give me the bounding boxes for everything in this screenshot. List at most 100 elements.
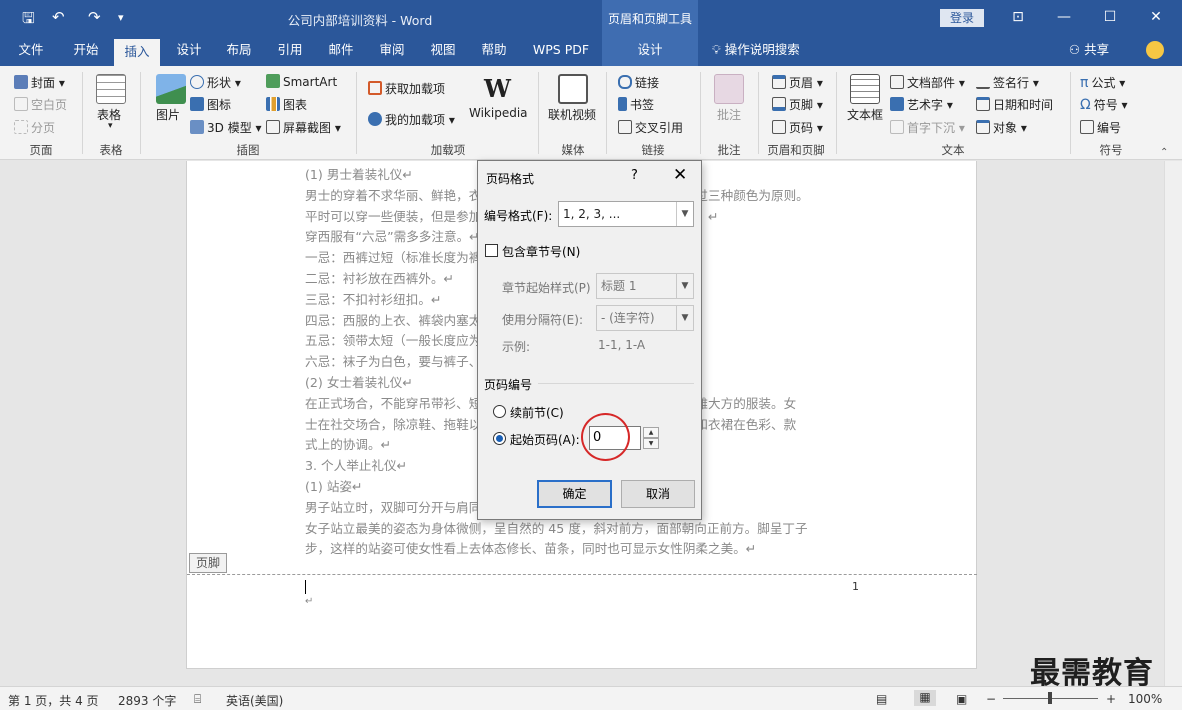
picture-button[interactable]: 图片 — [156, 106, 180, 123]
page-break-button[interactable]: 分页 — [14, 119, 55, 136]
tell-me-search[interactable]: 💡︎ 操作说明搜索 — [712, 36, 822, 66]
language[interactable]: 英语(美国) — [226, 692, 283, 709]
wordart-button[interactable]: 艺术字 ▾ — [890, 96, 953, 113]
header-button[interactable]: 页眉 ▾ — [772, 74, 823, 91]
group-label-links: 链接 — [641, 143, 665, 157]
object-button[interactable]: 对象 ▾ — [976, 119, 1027, 136]
signature-line-button[interactable]: 签名行 ▾ — [976, 74, 1039, 91]
screenshot-button[interactable]: 屏幕截图 ▾ — [266, 119, 341, 136]
online-video-button[interactable]: 联机视频 — [548, 106, 596, 123]
comment-icon — [714, 74, 744, 104]
link-button[interactable]: 链接 — [618, 74, 659, 91]
ribbon-display-icon[interactable]: ⊡ — [1006, 6, 1030, 28]
spin-down-icon[interactable]: ▼ — [643, 438, 659, 449]
chevron-down-icon: ▼ — [676, 274, 693, 298]
close-window-icon[interactable]: ✕ — [1144, 6, 1168, 28]
page-count[interactable]: 第 1 页，共 4 页 — [8, 692, 99, 709]
tab-mailings[interactable]: 邮件 — [318, 36, 364, 66]
web-layout-icon[interactable]: ▣ — [956, 692, 967, 706]
word-count[interactable]: 2893 个字 — [118, 692, 176, 709]
smiley-feedback-icon[interactable] — [1146, 41, 1164, 59]
table-dropdown-icon[interactable]: ▾ — [108, 121, 113, 131]
start-at-radio[interactable] — [493, 432, 506, 445]
bookmark-button[interactable]: 书签 — [618, 96, 654, 113]
zoom-slider-thumb[interactable] — [1048, 692, 1052, 704]
quick-parts-button[interactable]: 文档部件 ▾ — [890, 74, 965, 91]
tab-review[interactable]: 审阅 — [369, 36, 415, 66]
print-layout-icon[interactable]: ▦ — [914, 690, 936, 706]
continue-radio[interactable] — [493, 405, 506, 418]
cross-reference-button[interactable]: 交叉引用 — [618, 119, 683, 136]
login-button[interactable]: 登录 — [940, 9, 984, 27]
number-format-select[interactable]: 1, 2, 3, ... ▼ — [558, 201, 694, 227]
3d-model-button[interactable]: 3D 模型 ▾ — [190, 119, 262, 136]
vertical-scrollbar[interactable] — [1164, 161, 1182, 686]
tab-design[interactable]: 设计 — [166, 36, 212, 66]
tab-view[interactable]: 视图 — [420, 36, 466, 66]
doc-line: 步，这样的站姿可使女性看上去体态修长、苗条，同时也可显示女性阴柔之美。↵ — [305, 541, 757, 557]
wikipedia-button[interactable]: Wikipedia — [469, 106, 528, 120]
cover-page-icon — [14, 75, 28, 89]
example-value: 1-1, 1-A — [598, 338, 646, 352]
maximize-icon[interactable]: ☐ — [1098, 6, 1122, 28]
dialog-title: 页码格式 — [486, 172, 535, 186]
chapter-style-select[interactable]: 标题 1 ▼ — [596, 273, 694, 299]
text-cursor — [305, 580, 306, 594]
footer-button[interactable]: 页脚 ▾ — [772, 96, 823, 113]
cancel-button[interactable]: 取消 — [621, 480, 695, 508]
tell-me-label: 操作说明搜索 — [724, 42, 800, 57]
spin-up-icon[interactable]: ▲ — [643, 427, 659, 438]
equation-button[interactable]: π 公式 ▾ — [1080, 74, 1125, 91]
date-time-button[interactable]: 日期和时间 — [976, 96, 1053, 113]
tab-header-footer-design[interactable]: 设计 — [602, 36, 698, 66]
icons-button[interactable]: 图标 — [190, 96, 231, 113]
tab-wps-pdf[interactable]: WPS PDF — [526, 36, 596, 66]
ok-button[interactable]: 确定 — [537, 480, 612, 508]
comment-button[interactable]: 批注 — [717, 106, 741, 123]
include-chapter-checkbox[interactable] — [485, 244, 498, 257]
group-label-media: 媒体 — [561, 143, 585, 157]
separator-value: - (连字符) — [601, 311, 655, 325]
zoom-out-icon[interactable]: − — [986, 692, 996, 706]
cross-reference-icon — [618, 120, 632, 134]
group-label-addins: 加载项 — [430, 143, 466, 157]
tab-home[interactable]: 开始 — [62, 36, 110, 66]
smartart-button[interactable]: SmartArt — [266, 74, 337, 89]
share-button[interactable]: ⚇ 共享 — [1062, 36, 1116, 66]
shapes-button[interactable]: 形状 ▾ — [190, 74, 241, 91]
wikipedia-icon: W — [484, 74, 511, 103]
tab-help[interactable]: 帮助 — [471, 36, 517, 66]
page-number-button[interactable]: 页码 ▾ — [772, 119, 823, 136]
chart-button[interactable]: 图表 — [266, 96, 307, 113]
minimize-icon[interactable]: — — [1052, 6, 1076, 28]
footer-page-number[interactable]: 1 — [852, 580, 859, 593]
number-button[interactable]: 编号 — [1080, 119, 1121, 136]
continue-label: 续前节(C) — [510, 406, 564, 420]
textbox-button[interactable]: 文本框 — [847, 106, 883, 123]
footer-tag: 页脚 — [189, 553, 228, 573]
tab-insert[interactable]: 插入 — [114, 39, 160, 66]
screenshot-icon — [266, 120, 280, 134]
read-mode-icon[interactable]: ▤ — [876, 692, 887, 706]
group-label-illustrations: 插图 — [236, 143, 260, 157]
close-icon[interactable]: ✕ — [673, 165, 687, 185]
zoom-level[interactable]: 100% — [1128, 692, 1162, 706]
help-icon[interactable]: ? — [631, 168, 638, 183]
get-addins-button[interactable]: 获取加载项 — [368, 80, 445, 97]
proofing-icon[interactable]: ⌸ — [194, 692, 201, 707]
my-addins-button[interactable]: 我的加载项 ▾ — [368, 111, 455, 128]
title-bar: 🖫 ↶ ↷ ▾ 公司内部培训资料 - Word 登录 ⊡ — ☐ ✕ — [0, 0, 1182, 36]
tab-layout[interactable]: 布局 — [216, 36, 262, 66]
blank-page-icon — [14, 97, 28, 111]
collapse-ribbon-icon[interactable]: ⌃ — [1160, 147, 1168, 158]
blank-page-button[interactable]: 空白页 — [14, 96, 67, 113]
addins-icon — [368, 112, 382, 126]
separator-select[interactable]: - (连字符) ▼ — [596, 305, 694, 331]
tab-references[interactable]: 引用 — [267, 36, 313, 66]
zoom-in-icon[interactable]: + — [1106, 692, 1116, 706]
symbol-button[interactable]: Ω 符号 ▾ — [1080, 96, 1128, 113]
drop-cap-button[interactable]: 首字下沉 ▾ — [890, 119, 965, 136]
cover-page-button[interactable]: 封面 ▾ — [14, 74, 65, 91]
separator-label: 使用分隔符(E): — [502, 313, 583, 327]
tab-file[interactable]: 文件 — [8, 36, 54, 66]
